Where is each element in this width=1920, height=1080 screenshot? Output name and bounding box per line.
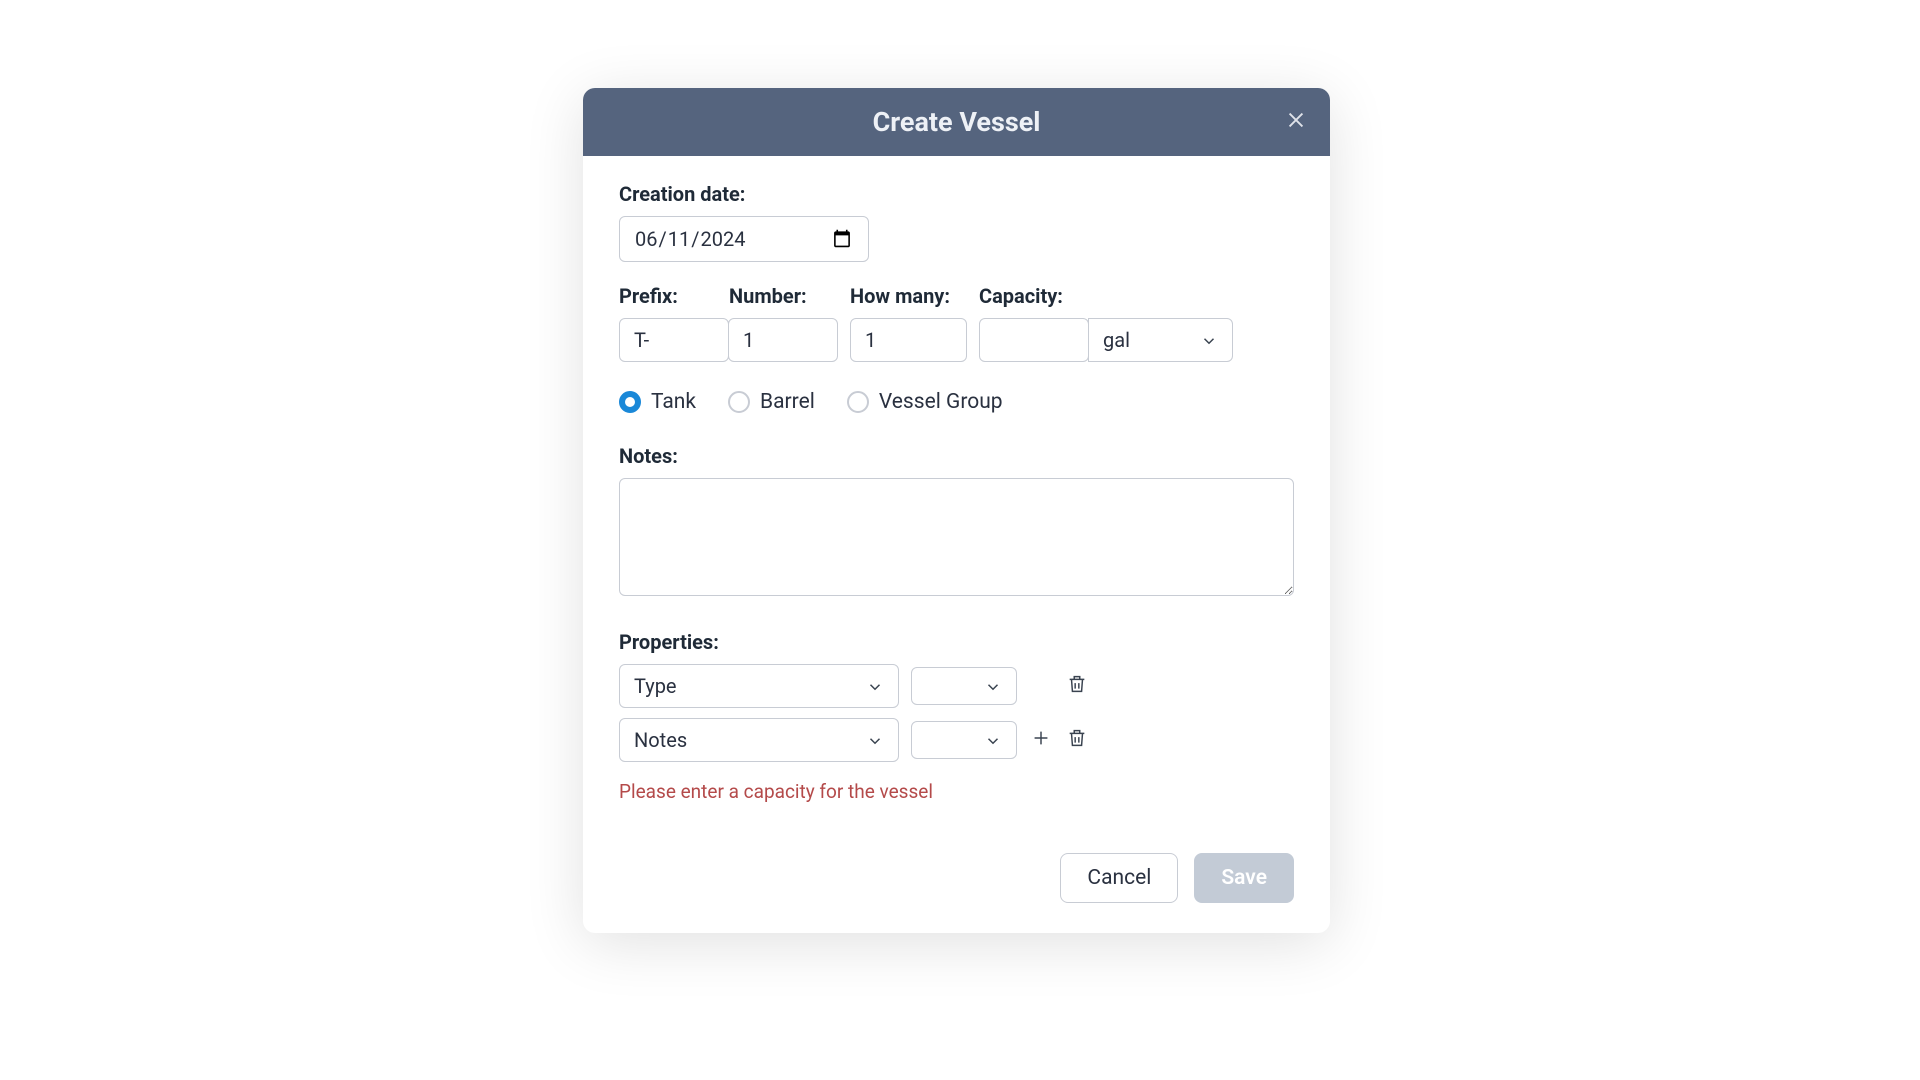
vessel-type-tank[interactable]: Tank — [619, 390, 696, 414]
vessel-type-barrel[interactable]: Barrel — [728, 390, 815, 414]
delete-property-button[interactable] — [1065, 674, 1089, 698]
close-button[interactable] — [1282, 108, 1310, 136]
trash-icon — [1066, 727, 1088, 753]
chevron-down-icon — [866, 731, 884, 749]
property-value-select[interactable] — [911, 667, 1017, 705]
property-key-select[interactable]: Type — [619, 664, 899, 708]
vessel-type-vessel-group[interactable]: Vessel Group — [847, 390, 1003, 414]
delete-property-button[interactable] — [1065, 728, 1089, 752]
prefix-input[interactable] — [619, 318, 729, 362]
properties-label: Properties: — [619, 630, 1294, 654]
capacity-unit-select[interactable]: gal — [1088, 318, 1233, 362]
chevron-down-icon — [1200, 331, 1218, 349]
property-key-value: Notes — [634, 728, 687, 752]
modal-title: Create Vessel — [873, 106, 1041, 138]
create-vessel-modal: Create Vessel Creation date: Prefix: Num… — [583, 88, 1330, 933]
modal-body: Creation date: Prefix: Number: How many:… — [583, 156, 1330, 933]
property-row: Type — [619, 664, 1294, 708]
radio-label-barrel: Barrel — [760, 390, 815, 414]
property-value-select[interactable] — [911, 721, 1017, 759]
chevron-down-icon — [984, 677, 1002, 695]
prefix-label: Prefix: — [619, 284, 729, 308]
capacity-label: Capacity: — [979, 284, 1233, 308]
chevron-down-icon — [866, 677, 884, 695]
cancel-button[interactable]: Cancel — [1060, 853, 1178, 903]
how-many-label: How many: — [850, 284, 967, 308]
number-label: Number: — [729, 284, 838, 308]
number-input[interactable] — [728, 318, 838, 362]
close-icon — [1285, 109, 1307, 135]
radio-unselected-icon — [728, 391, 750, 413]
property-key-select[interactable]: Notes — [619, 718, 899, 762]
how-many-input[interactable] — [850, 318, 967, 362]
add-property-button[interactable] — [1029, 728, 1053, 752]
notes-textarea[interactable] — [619, 478, 1294, 596]
creation-date-label: Creation date: — [619, 182, 1294, 206]
save-button[interactable]: Save — [1194, 853, 1294, 903]
capacity-unit-value: gal — [1103, 328, 1130, 352]
notes-label: Notes: — [619, 444, 1294, 468]
modal-header: Create Vessel — [583, 88, 1330, 156]
radio-label-vessel-group: Vessel Group — [879, 390, 1003, 414]
trash-icon — [1066, 673, 1088, 699]
radio-selected-icon — [619, 391, 641, 413]
creation-date-input[interactable] — [619, 216, 869, 262]
chevron-down-icon — [984, 731, 1002, 749]
radio-unselected-icon — [847, 391, 869, 413]
property-key-value: Type — [634, 674, 677, 698]
capacity-input[interactable] — [979, 318, 1089, 362]
radio-label-tank: Tank — [651, 390, 696, 414]
plus-icon — [1030, 727, 1052, 753]
property-row: Notes — [619, 718, 1294, 762]
error-message: Please enter a capacity for the vessel — [619, 780, 1294, 803]
